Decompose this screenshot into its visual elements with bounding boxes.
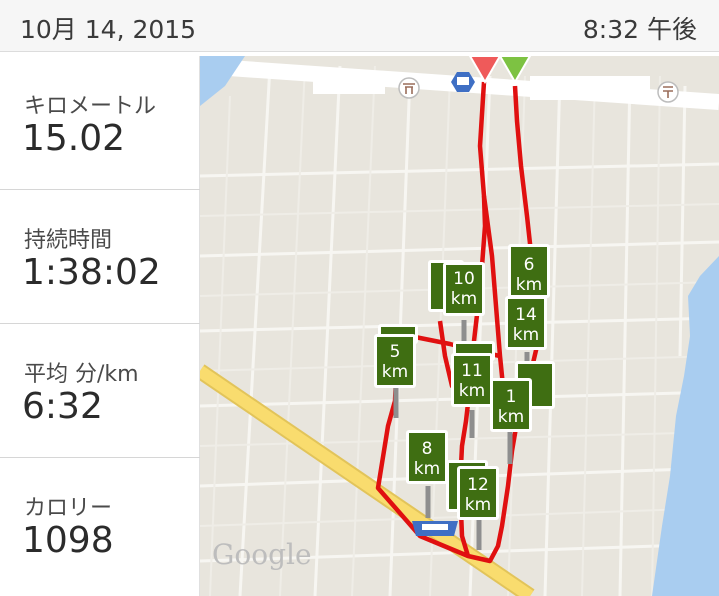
km-marker-10-unit: km [451, 289, 477, 309]
transit-icon [412, 521, 458, 536]
km-marker-5[interactable]: 5 km [374, 334, 416, 388]
km-marker-1[interactable]: 1 km [490, 378, 532, 432]
km-marker-8[interactable]: 8 km [406, 430, 448, 484]
google-logo: Google [212, 538, 312, 571]
post-office-icon [657, 81, 679, 103]
km-marker-11-unit: km [459, 381, 485, 401]
km-marker-12[interactable]: 12 km [457, 466, 499, 520]
km-marker-12-unit: km [465, 495, 491, 515]
stats-panel: キロメートル 15.02 持続時間 1:38:02 平均 分/km 6:32 カ… [0, 56, 200, 596]
route-map[interactable]: 1 km 5 km 6 km 8 km 10 km 11 km 12 km 14… [200, 56, 719, 596]
km-marker-6[interactable]: 6 km [508, 244, 550, 298]
km-marker-11[interactable]: 11 km [451, 353, 493, 407]
activity-time: 8:32 午後 [582, 15, 697, 44]
km-marker-6-number: 6 [524, 255, 535, 275]
km-marker-1-number: 1 [506, 387, 517, 407]
stat-duration-label: 持続時間 [24, 228, 113, 253]
stat-distance-label: キロメートル [24, 94, 157, 119]
header-bar: 10月 14, 2015 8:32 午後 [0, 0, 719, 52]
km-marker-10-number: 10 [453, 269, 475, 289]
stat-distance: キロメートル 15.02 [0, 56, 200, 190]
km-marker-6-unit: km [516, 275, 542, 295]
stat-pace-label: 平均 分/km [24, 362, 139, 387]
stat-calories-value: 1098 [22, 520, 114, 561]
stat-pace-value: 6:32 [22, 386, 103, 427]
km-marker-8-number: 8 [422, 439, 433, 459]
km-marker-5-unit: km [382, 362, 408, 382]
km-marker-14[interactable]: 14 km [505, 296, 547, 350]
km-marker-5-number: 5 [390, 342, 401, 362]
km-marker-14-number: 14 [515, 305, 537, 325]
google-attribution: Google [212, 538, 312, 571]
stat-pace: 平均 分/km 6:32 [0, 324, 200, 458]
km-marker-12-number: 12 [467, 475, 489, 495]
km-marker-11-number: 11 [461, 361, 483, 381]
activity-date: 10月 14, 2015 [20, 15, 197, 44]
km-marker-10[interactable]: 10 km [443, 262, 485, 316]
km-marker-8-unit: km [414, 459, 440, 479]
stat-calories: カロリー 1098 [0, 458, 200, 592]
stat-distance-value: 15.02 [22, 118, 126, 159]
km-marker-14-unit: km [513, 325, 539, 345]
shrine-icon [398, 77, 420, 99]
road-label-box-left [313, 72, 385, 94]
map-canvas[interactable]: 1 km 5 km 6 km 8 km 10 km 11 km 12 km 14… [200, 56, 719, 596]
stat-duration-value: 1:38:02 [22, 252, 161, 293]
road-label-box-right [530, 76, 650, 100]
stat-duration: 持続時間 1:38:02 [0, 190, 200, 324]
stat-calories-label: カロリー [24, 496, 113, 521]
km-marker-1-unit: km [498, 407, 524, 427]
